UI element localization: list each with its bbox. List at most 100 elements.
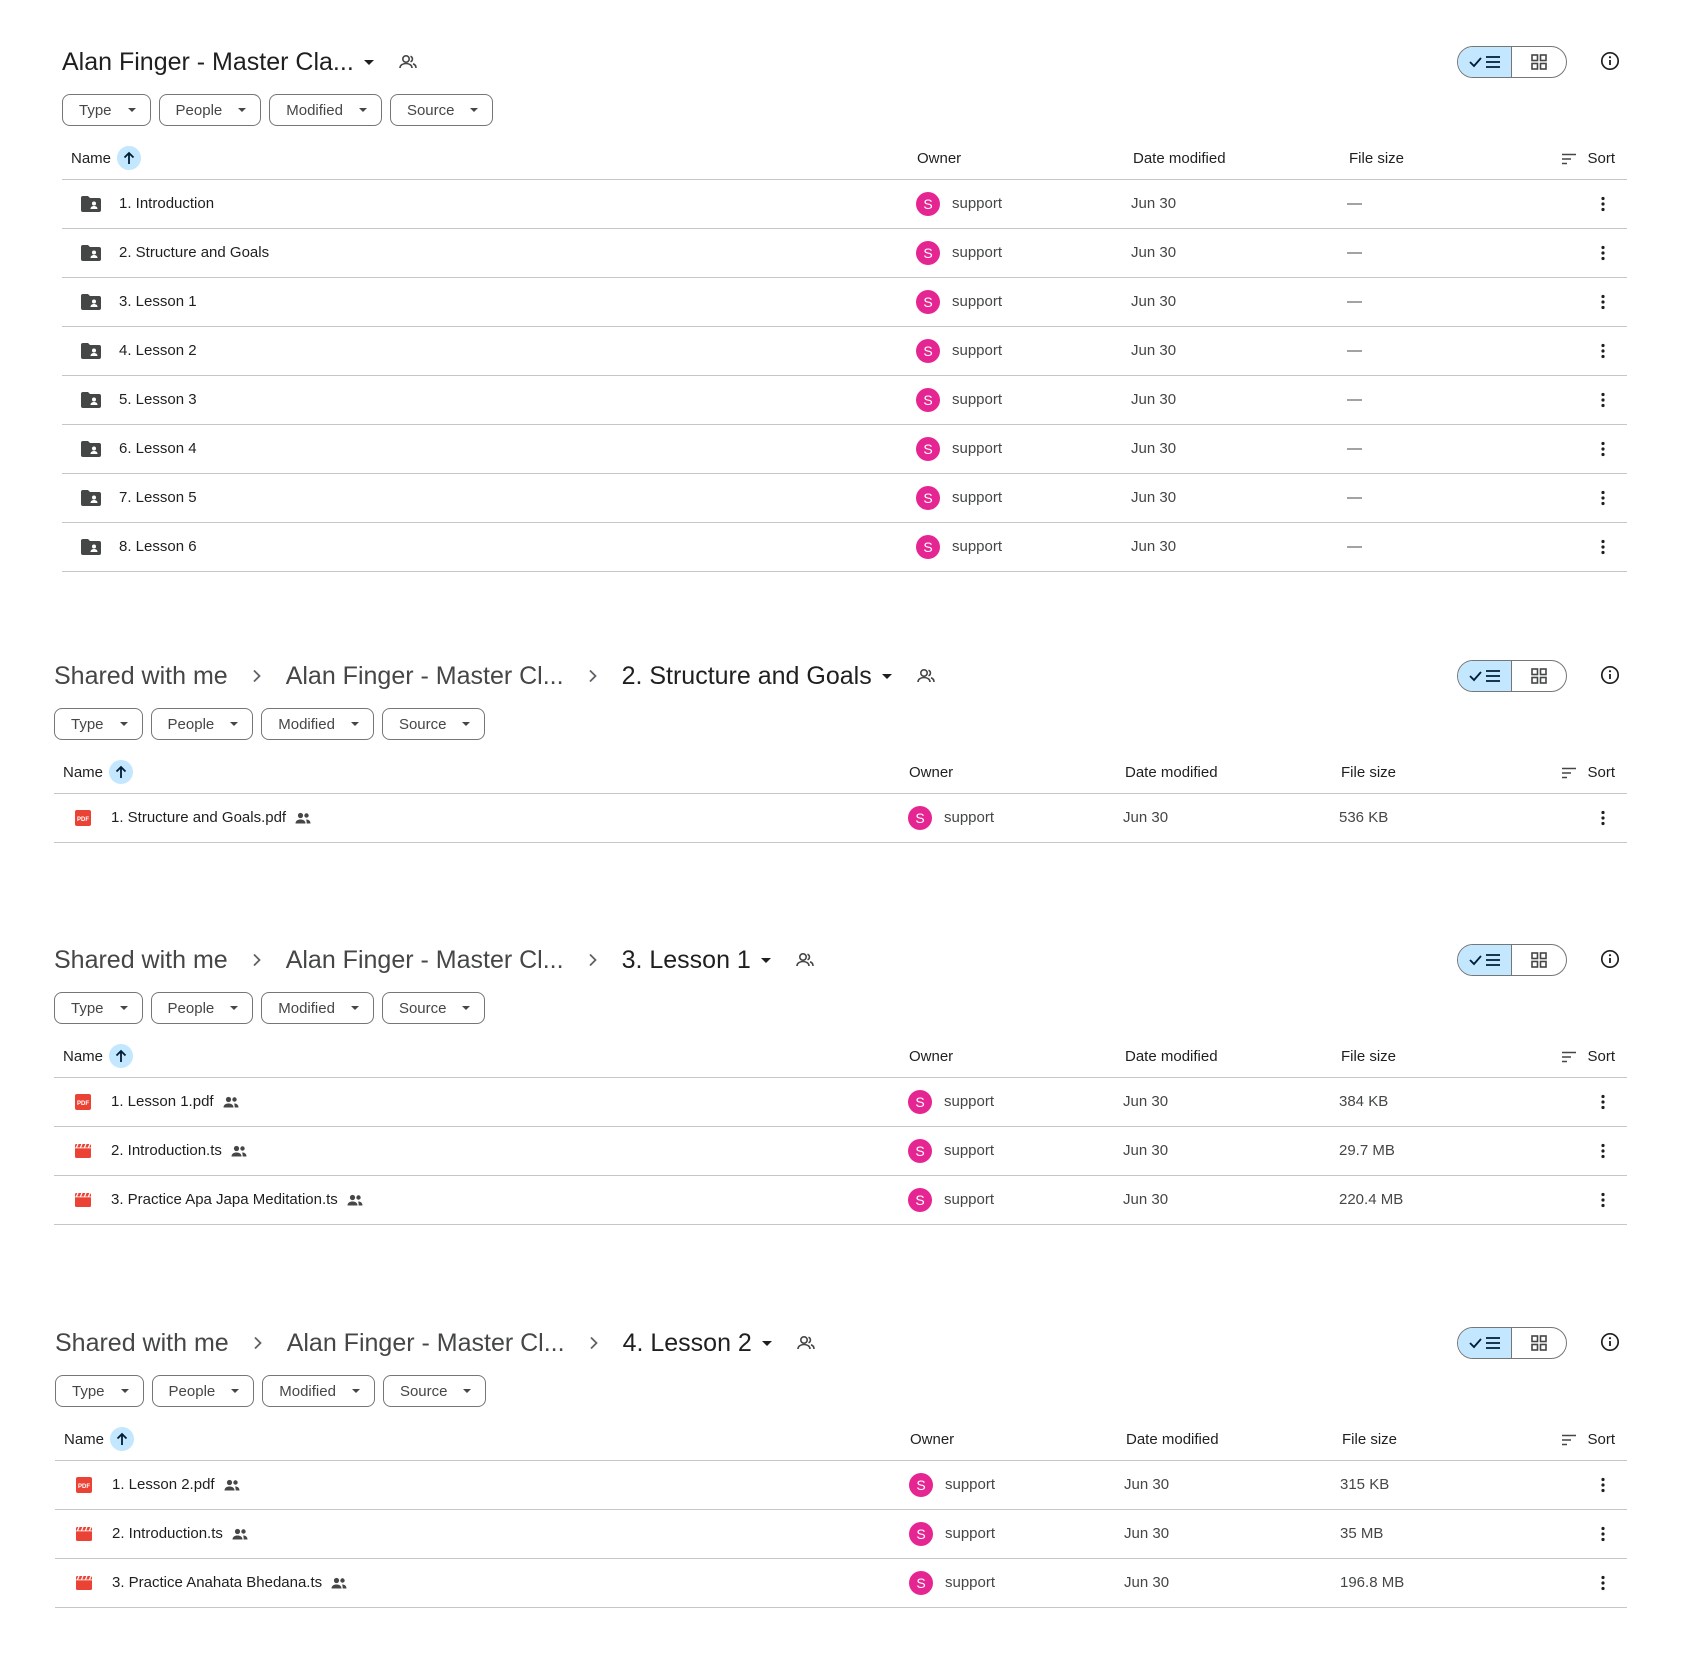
- filter-people[interactable]: People: [151, 1375, 255, 1407]
- breadcrumb-parent[interactable]: Alan Finger - Master Cl...: [287, 1329, 565, 1358]
- more-actions-icon[interactable]: [1593, 1475, 1613, 1495]
- sort-ascending-icon[interactable]: [117, 146, 142, 170]
- sort-button[interactable]: Sort: [1561, 150, 1615, 167]
- file-name[interactable]: 3. Lesson 1: [119, 293, 197, 310]
- filter-modified[interactable]: Modified: [262, 1375, 375, 1407]
- more-actions-icon[interactable]: [1593, 1190, 1613, 1210]
- file-name[interactable]: 1. Lesson 2.pdf: [112, 1476, 240, 1493]
- more-actions-icon[interactable]: [1593, 292, 1613, 312]
- file-name[interactable]: 8. Lesson 6: [119, 538, 197, 555]
- column-size-header[interactable]: File size: [1341, 1048, 1396, 1065]
- breadcrumb-parent[interactable]: Alan Finger - Master Cl...: [286, 662, 564, 691]
- table-row[interactable]: 3. Practice Apa Japa Meditation.ts S sup…: [54, 1176, 1627, 1225]
- column-owner-header[interactable]: Owner: [909, 764, 953, 781]
- column-date-header[interactable]: Date modified: [1125, 1048, 1218, 1065]
- sort-button[interactable]: Sort: [1561, 1431, 1615, 1448]
- more-actions-icon[interactable]: [1593, 537, 1613, 557]
- table-row[interactable]: 4. Lesson 2 S support Jun 30 —: [62, 327, 1627, 376]
- list-view-button[interactable]: [1458, 47, 1513, 77]
- breadcrumb-root[interactable]: Shared with me: [54, 662, 228, 691]
- filter-people[interactable]: People: [150, 992, 254, 1024]
- filter-source[interactable]: Source: [381, 992, 486, 1024]
- file-name[interactable]: 3. Practice Anahata Bhedana.ts: [112, 1574, 347, 1591]
- breadcrumb-root[interactable]: Shared with me: [55, 1329, 229, 1358]
- filter-type[interactable]: Type: [55, 1375, 144, 1407]
- more-actions-icon[interactable]: [1593, 1141, 1613, 1161]
- more-actions-icon[interactable]: [1593, 194, 1613, 214]
- shared-folder-people-icon[interactable]: [916, 668, 936, 684]
- filter-modified[interactable]: Modified: [261, 992, 374, 1024]
- column-date-header[interactable]: Date modified: [1126, 1431, 1219, 1448]
- filter-source[interactable]: Source: [381, 708, 486, 740]
- breadcrumb-current[interactable]: Alan Finger - Master Cla...: [62, 48, 374, 77]
- grid-view-button[interactable]: [1512, 945, 1566, 975]
- filter-modified[interactable]: Modified: [269, 94, 382, 126]
- filter-source[interactable]: Source: [389, 94, 494, 126]
- more-actions-icon[interactable]: [1593, 341, 1613, 361]
- file-name[interactable]: 4. Lesson 2: [119, 342, 197, 359]
- table-row[interactable]: 2. Introduction.ts S support Jun 30 35 M…: [55, 1510, 1627, 1559]
- column-name-header[interactable]: Name: [63, 1044, 134, 1068]
- table-row[interactable]: 6. Lesson 4 S support Jun 30 —: [62, 425, 1627, 474]
- column-date-header[interactable]: Date modified: [1133, 150, 1226, 167]
- info-icon[interactable]: [1600, 51, 1620, 71]
- info-icon[interactable]: [1600, 1332, 1620, 1352]
- more-actions-icon[interactable]: [1593, 1524, 1613, 1544]
- more-actions-icon[interactable]: [1593, 488, 1613, 508]
- column-owner-header[interactable]: Owner: [909, 1048, 953, 1065]
- list-view-button[interactable]: [1458, 945, 1513, 975]
- file-name[interactable]: 2. Structure and Goals: [119, 244, 269, 261]
- filter-type[interactable]: Type: [54, 708, 143, 740]
- sort-ascending-icon[interactable]: [109, 1044, 134, 1068]
- sort-ascending-icon[interactable]: [109, 760, 134, 784]
- list-view-button[interactable]: [1458, 1328, 1513, 1358]
- more-actions-icon[interactable]: [1593, 439, 1613, 459]
- column-owner-header[interactable]: Owner: [917, 150, 961, 167]
- table-row[interactable]: PDF 1. Structure and Goals.pdf S support…: [54, 794, 1627, 843]
- column-owner-header[interactable]: Owner: [910, 1431, 954, 1448]
- column-name-header[interactable]: Name: [71, 146, 142, 170]
- shared-folder-people-icon[interactable]: [398, 54, 418, 70]
- table-row[interactable]: 3. Lesson 1 S support Jun 30 —: [62, 278, 1627, 327]
- sort-button[interactable]: Sort: [1561, 1048, 1615, 1065]
- breadcrumb-current[interactable]: 4. Lesson 2: [623, 1329, 772, 1358]
- grid-view-button[interactable]: [1512, 1328, 1566, 1358]
- info-icon[interactable]: [1600, 949, 1620, 969]
- file-name[interactable]: 1. Structure and Goals.pdf: [111, 809, 311, 826]
- table-row[interactable]: 3. Practice Anahata Bhedana.ts S support…: [55, 1559, 1627, 1608]
- filter-type[interactable]: Type: [54, 992, 143, 1024]
- table-row[interactable]: 2. Introduction.ts S support Jun 30 29.7…: [54, 1127, 1627, 1176]
- column-name-header[interactable]: Name: [64, 1427, 135, 1451]
- file-name[interactable]: 5. Lesson 3: [119, 391, 197, 408]
- table-row[interactable]: 5. Lesson 3 S support Jun 30 —: [62, 376, 1627, 425]
- column-name-header[interactable]: Name: [63, 760, 134, 784]
- shared-folder-people-icon[interactable]: [795, 952, 815, 968]
- filter-modified[interactable]: Modified: [261, 708, 374, 740]
- column-size-header[interactable]: File size: [1349, 150, 1404, 167]
- more-actions-icon[interactable]: [1593, 243, 1613, 263]
- column-date-header[interactable]: Date modified: [1125, 764, 1218, 781]
- info-icon[interactable]: [1600, 665, 1620, 685]
- filter-type[interactable]: Type: [62, 94, 151, 126]
- filter-people[interactable]: People: [158, 94, 262, 126]
- column-size-header[interactable]: File size: [1341, 764, 1396, 781]
- file-name[interactable]: 7. Lesson 5: [119, 489, 197, 506]
- more-actions-icon[interactable]: [1593, 1573, 1613, 1593]
- file-name[interactable]: 3. Practice Apa Japa Meditation.ts: [111, 1191, 363, 1208]
- breadcrumb-parent[interactable]: Alan Finger - Master Cl...: [286, 946, 564, 975]
- grid-view-button[interactable]: [1512, 661, 1566, 691]
- filter-source[interactable]: Source: [382, 1375, 487, 1407]
- filter-people[interactable]: People: [150, 708, 254, 740]
- file-name[interactable]: 6. Lesson 4: [119, 440, 197, 457]
- table-row[interactable]: 2. Structure and Goals S support Jun 30 …: [62, 229, 1627, 278]
- breadcrumb-root[interactable]: Shared with me: [54, 946, 228, 975]
- list-view-button[interactable]: [1458, 661, 1513, 691]
- table-row[interactable]: 8. Lesson 6 S support Jun 30 —: [62, 523, 1627, 572]
- shared-folder-people-icon[interactable]: [796, 1335, 816, 1351]
- table-row[interactable]: 7. Lesson 5 S support Jun 30 —: [62, 474, 1627, 523]
- grid-view-button[interactable]: [1512, 47, 1566, 77]
- table-row[interactable]: PDF 1. Lesson 2.pdf S support Jun 30 315…: [55, 1461, 1627, 1510]
- sort-button[interactable]: Sort: [1561, 764, 1615, 781]
- column-size-header[interactable]: File size: [1342, 1431, 1397, 1448]
- file-name[interactable]: 2. Introduction.ts: [111, 1142, 247, 1159]
